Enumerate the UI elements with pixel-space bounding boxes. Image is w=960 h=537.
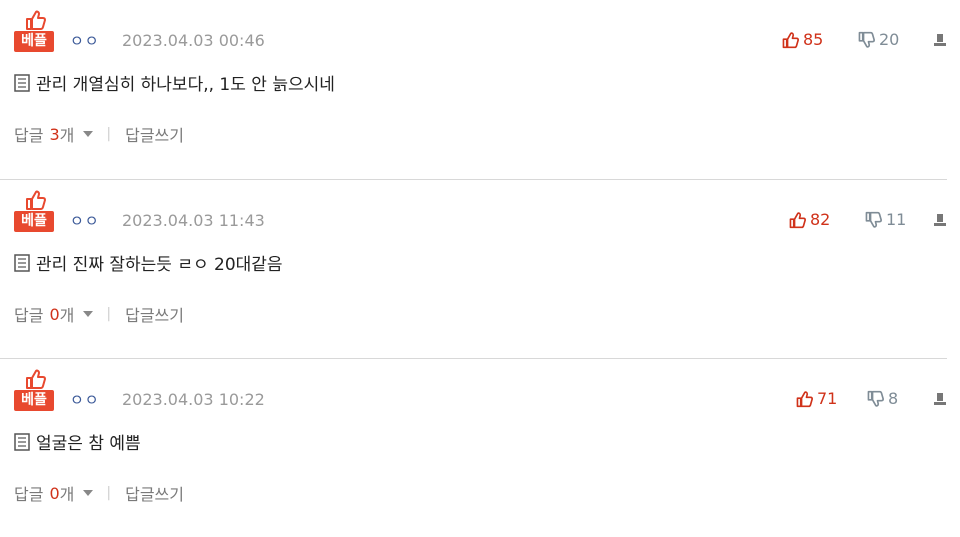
reply-count[interactable]: 0 — [49, 484, 59, 503]
thumbs-down-icon — [865, 211, 882, 228]
divider: | — [106, 306, 112, 322]
best-badge: 베플 — [14, 189, 56, 233]
write-reply-link[interactable]: 답글쓰기 — [125, 122, 184, 146]
write-reply-link[interactable]: 답글쓰기 — [125, 302, 184, 326]
reply-bar: 답글 3 개 | 답글쓰기 — [14, 122, 184, 146]
author-nickname[interactable]: ㅇㅇ — [70, 210, 100, 231]
dislike-count: 8 — [888, 389, 899, 408]
comment-text: 관리 개열심히 하나보다,, 1도 안 늙으시네 — [36, 75, 335, 95]
best-badge-label: 베플 — [14, 211, 54, 232]
chevron-down-icon[interactable] — [82, 130, 94, 138]
chevron-down-icon[interactable] — [82, 310, 94, 318]
thumbs-up-icon — [796, 390, 813, 407]
comment-item: 베플 ㅇㅇ 2023.04.03 00:46 85 20 관리 개열심히 하나보… — [0, 0, 947, 179]
reply-count-unit[interactable]: 개 — [60, 481, 75, 505]
comment-date: 2023.04.03 00:46 — [122, 31, 265, 50]
author-nickname[interactable]: ㅇㅇ — [70, 30, 100, 51]
dislike-button[interactable]: 20 — [857, 30, 899, 49]
comment-date: 2023.04.03 10:22 — [122, 390, 265, 409]
like-count: 82 — [810, 210, 831, 229]
thumbs-up-icon — [26, 369, 46, 389]
best-badge: 베플 — [14, 368, 56, 412]
comment-body: 관리 진짜 잘하는듯 ㄹㅇ 20대같음 — [14, 250, 283, 275]
dislike-button[interactable]: 11 — [864, 210, 906, 229]
divider: | — [106, 126, 112, 142]
reply-toggle-label[interactable]: 답글 — [14, 481, 43, 505]
comment-item: 베플 ㅇㅇ 2023.04.03 10:22 71 8 얼굴은 참 예쁨 답글 … — [0, 358, 947, 537]
memo-icon — [14, 253, 30, 272]
dislike-count: 20 — [879, 30, 900, 49]
report-icon[interactable] — [933, 392, 947, 406]
best-badge-label: 베플 — [14, 390, 54, 411]
comment-text: 얼굴은 참 예쁨 — [36, 434, 141, 454]
like-button[interactable]: 82 — [788, 210, 830, 229]
thumbs-down-icon — [858, 31, 875, 48]
reply-count[interactable]: 3 — [49, 125, 59, 144]
comment-body: 관리 개열심히 하나보다,, 1도 안 늙으시네 — [14, 70, 335, 95]
author-nickname[interactable]: ㅇㅇ — [70, 389, 100, 410]
memo-icon — [14, 73, 30, 92]
write-reply-link[interactable]: 답글쓰기 — [125, 481, 184, 505]
dislike-button[interactable]: 8 — [866, 389, 898, 408]
reply-toggle-label[interactable]: 답글 — [14, 302, 43, 326]
reply-toggle-label[interactable]: 답글 — [14, 122, 43, 146]
thumbs-up-icon — [789, 211, 806, 228]
report-icon[interactable] — [933, 33, 947, 47]
thumbs-down-icon — [867, 390, 884, 407]
reply-bar: 답글 0 개 | 답글쓰기 — [14, 302, 184, 326]
thumbs-up-icon — [782, 31, 799, 48]
best-badge-label: 베플 — [14, 31, 54, 52]
reply-count-unit[interactable]: 개 — [60, 302, 75, 326]
dislike-count: 11 — [886, 210, 907, 229]
comment-date: 2023.04.03 11:43 — [122, 211, 265, 230]
chevron-down-icon[interactable] — [82, 489, 94, 497]
reply-count-unit[interactable]: 개 — [60, 122, 75, 146]
like-button[interactable]: 71 — [795, 389, 837, 408]
reply-bar: 답글 0 개 | 답글쓰기 — [14, 481, 184, 505]
divider: | — [106, 485, 112, 501]
like-count: 71 — [817, 389, 838, 408]
memo-icon — [14, 432, 30, 451]
best-badge: 베플 — [14, 9, 56, 53]
like-button[interactable]: 85 — [781, 30, 823, 49]
thumbs-up-icon — [26, 190, 46, 210]
like-count: 85 — [803, 30, 824, 49]
comment-item: 베플 ㅇㅇ 2023.04.03 11:43 82 11 관리 진짜 잘하는듯 … — [0, 179, 947, 358]
report-icon[interactable] — [933, 213, 947, 227]
reply-count[interactable]: 0 — [49, 305, 59, 324]
comment-text: 관리 진짜 잘하는듯 ㄹㅇ 20대같음 — [36, 255, 283, 275]
comment-body: 얼굴은 참 예쁨 — [14, 429, 141, 454]
thumbs-up-icon — [26, 10, 46, 30]
